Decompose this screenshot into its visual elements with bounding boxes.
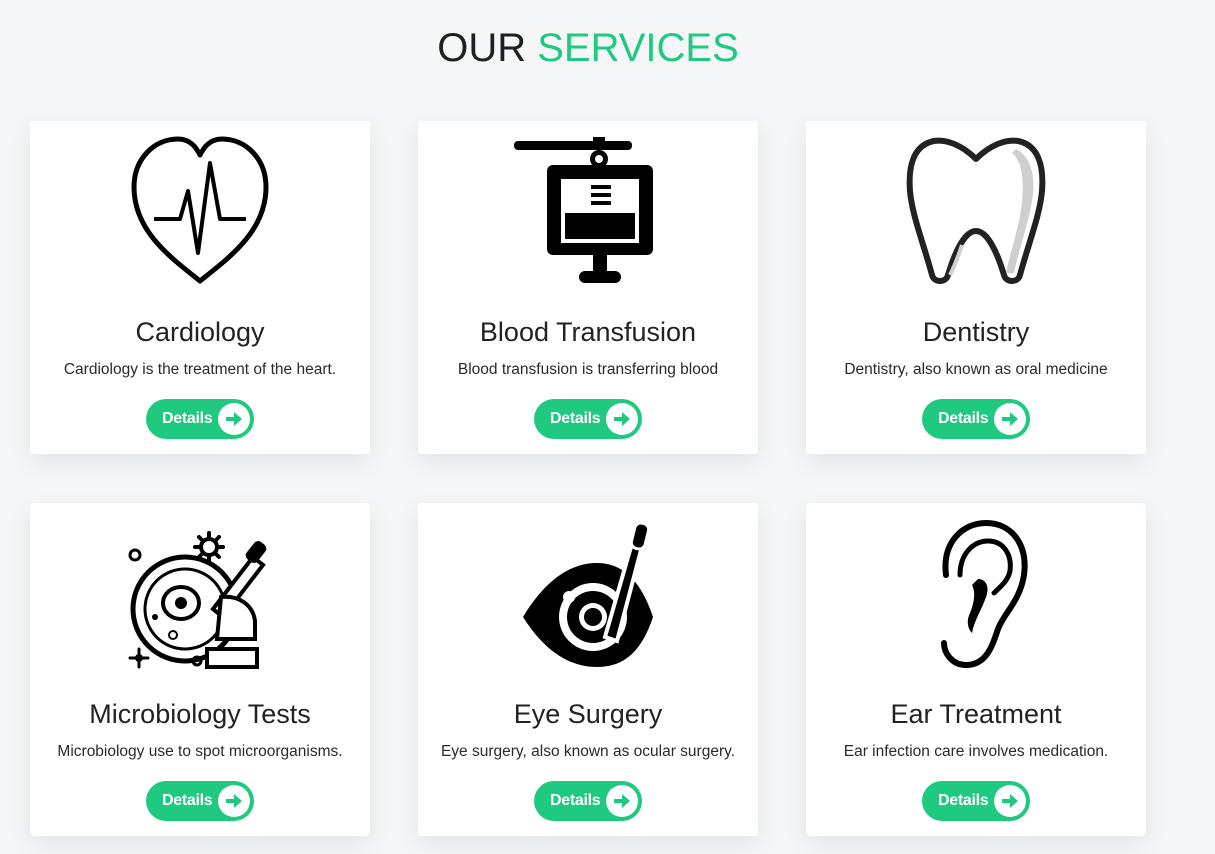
details-button-label: Details <box>938 792 989 809</box>
service-card-ear-treatment: Ear Treatment Ear infection care involve… <box>806 503 1146 836</box>
service-description: Microbiology use to spot microorganisms. <box>57 743 343 760</box>
details-button-label: Details <box>938 410 989 427</box>
heart-pulse-icon <box>30 133 370 289</box>
blood-bag-icon <box>418 133 758 289</box>
service-title: Cardiology <box>135 317 265 347</box>
service-card-dentistry: Dentistry Dentistry, also known as oral … <box>806 121 1146 454</box>
section-title-part2: SERVICES <box>537 26 739 70</box>
service-description: Eye surgery, also known as ocular surger… <box>440 743 736 760</box>
service-title: Blood Transfusion <box>479 317 697 347</box>
tooth-icon <box>806 133 1146 289</box>
service-title: Dentistry <box>922 317 1030 347</box>
arrow-right-icon <box>994 785 1026 817</box>
eye-surgery-icon <box>418 515 758 671</box>
petri-dish-icon <box>30 515 370 671</box>
service-description: Ear infection care involves medication. <box>843 743 1109 760</box>
arrow-right-icon <box>994 403 1026 435</box>
service-description: Dentistry, also known as oral medicine <box>844 361 1108 378</box>
service-title: Ear Treatment <box>890 699 1062 729</box>
section-title-part1: OUR <box>437 26 527 70</box>
details-button[interactable]: Details <box>146 781 254 821</box>
details-button-label: Details <box>550 792 601 809</box>
service-card-eye-surgery: Eye Surgery Eye surgery, also known as o… <box>418 503 758 836</box>
service-description: Cardiology is the treatment of the heart… <box>63 361 337 378</box>
ear-icon <box>806 515 1146 671</box>
service-description: Blood transfusion is transferring blood <box>457 361 719 378</box>
arrow-right-icon <box>218 785 250 817</box>
details-button[interactable]: Details <box>534 781 642 821</box>
service-card-blood-transfusion: Blood Transfusion Blood transfusion is t… <box>418 121 758 454</box>
arrow-right-icon <box>606 785 638 817</box>
details-button-label: Details <box>162 410 213 427</box>
details-button-label: Details <box>550 410 601 427</box>
service-card-cardiology: Cardiology Cardiology is the treatment o… <box>30 121 370 454</box>
service-card-microbiology: Microbiology Tests Microbiology use to s… <box>30 503 370 836</box>
details-button[interactable]: Details <box>534 399 642 439</box>
details-button[interactable]: Details <box>922 399 1030 439</box>
arrow-right-icon <box>606 403 638 435</box>
arrow-right-icon <box>218 403 250 435</box>
service-title: Eye Surgery <box>513 699 663 729</box>
details-button-label: Details <box>162 792 213 809</box>
details-button[interactable]: Details <box>146 399 254 439</box>
section-title: OUR SERVICES <box>0 24 1176 72</box>
details-button[interactable]: Details <box>922 781 1030 821</box>
service-title: Microbiology Tests <box>89 699 311 729</box>
